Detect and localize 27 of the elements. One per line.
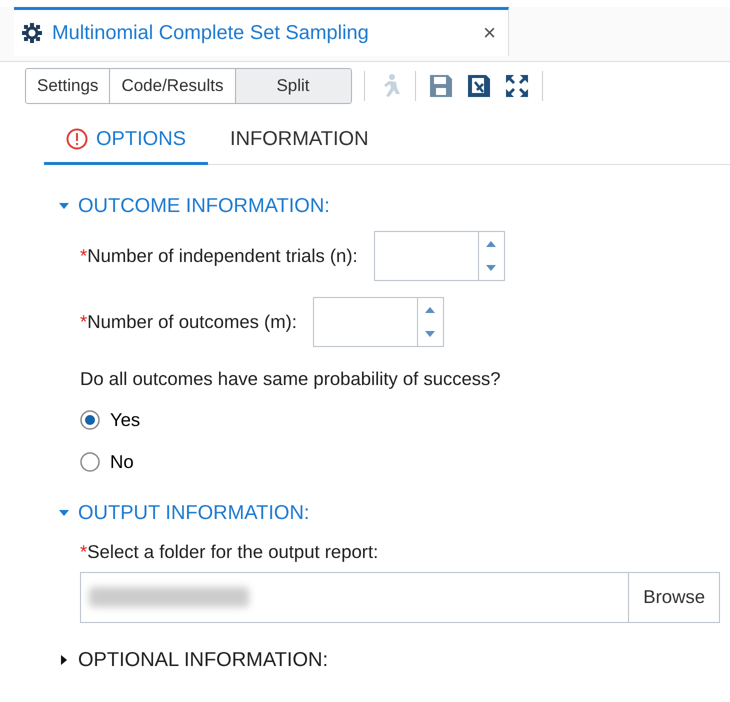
field-label: Do all outcomes have same probability of success?: [80, 366, 502, 391]
maximize-icon[interactable]: [504, 72, 530, 99]
task-icon: [22, 23, 42, 43]
number-spinner[interactable]: [374, 230, 505, 280]
up-arrow-icon[interactable]: [485, 240, 498, 248]
view-mode-tab[interactable]: Split: [236, 69, 350, 102]
tab[interactable]: INFORMATION: [208, 118, 391, 164]
close-button[interactable]: ×: [479, 22, 500, 44]
up-arrow-icon[interactable]: [424, 306, 436, 314]
save-icon[interactable]: [428, 72, 454, 99]
save-as-icon[interactable]: [466, 72, 492, 99]
section-header[interactable]: OUTCOME INFORMATION:: [58, 190, 330, 220]
number-spinner[interactable]: [312, 296, 444, 346]
section-header[interactable]: OPTIONAL INFORMATION:: [58, 644, 328, 675]
down-arrow-icon[interactable]: [424, 330, 436, 338]
window-title: Multinomial Complete Set Sampling: [52, 21, 369, 46]
radio-option[interactable]: Yes: [80, 406, 140, 434]
view-mode-tab[interactable]: Settings: [26, 69, 110, 102]
down-arrow-icon[interactable]: [485, 264, 498, 272]
section-header[interactable]: OUTPUT INFORMATION:: [58, 498, 310, 528]
radio-button-icon: [80, 410, 100, 430]
field-label: *Select a folder for the output report:: [80, 540, 378, 562]
field-label: *Number of independent trials (n):: [80, 244, 358, 268]
tab[interactable]: OPTIONS: [44, 118, 208, 164]
field-label: *Number of outcomes (m):: [80, 310, 297, 334]
radio-option[interactable]: No: [80, 448, 134, 476]
radio-button-icon: [80, 452, 100, 472]
